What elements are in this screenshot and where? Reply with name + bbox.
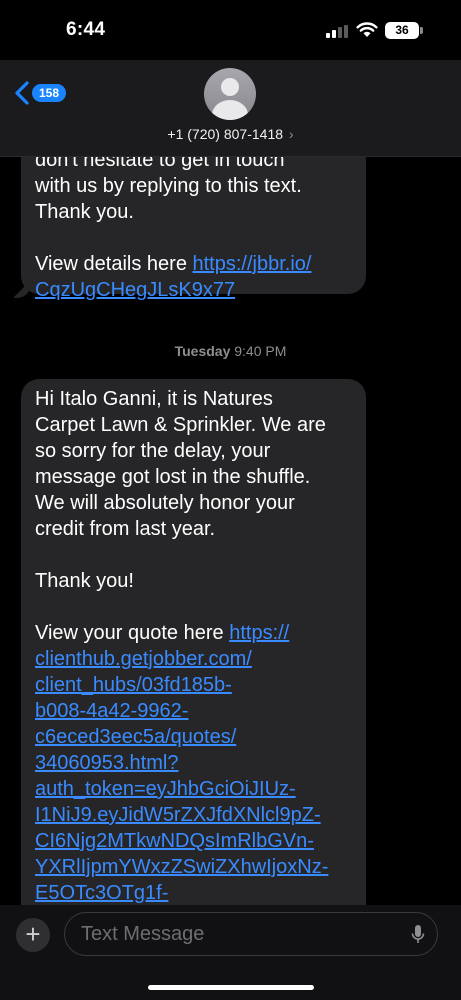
chevron-left-icon (15, 81, 29, 105)
chevron-right-icon: › (285, 126, 294, 142)
cellular-signal-icon (326, 25, 350, 38)
back-button[interactable]: 158 (14, 78, 67, 108)
avatar-shoulders (212, 100, 248, 120)
contact-name[interactable]: +1 (720) 807-1418 › (0, 126, 461, 142)
composer-bar: + Text Message (0, 905, 461, 1000)
avatar-head (221, 78, 239, 96)
battery-indicator: 36 (385, 22, 419, 39)
contact-number: +1 (720) 807-1418 (167, 126, 284, 142)
status-bar: 6:44 36 (0, 0, 461, 60)
conversation-header: 158 +1 (720) 807-1418 › (0, 60, 461, 157)
microphone-icon[interactable] (411, 924, 425, 946)
timestamp-time: 9:40 PM (234, 343, 287, 359)
message-bubble[interactable]: Hi Italo Ganni, it is Natures Carpet Law… (21, 379, 366, 905)
message-placeholder: Text Message (81, 923, 205, 945)
message-text: Hi Italo Ganni, it is Natures Carpet Law… (35, 388, 326, 644)
contact-avatar[interactable] (204, 68, 256, 120)
message-link[interactable]: https:// clienthub.getjobber.com/ client… (35, 622, 328, 904)
home-indicator (148, 985, 314, 990)
message-timestamp: Tuesday 9:40 PM (0, 343, 461, 359)
unread-count-badge: 158 (32, 84, 67, 102)
battery-tip (420, 27, 423, 34)
timestamp-day: Tuesday (174, 343, 231, 359)
wifi-icon (356, 22, 378, 37)
message-list[interactable]: don't hesitate to get in touch with us b… (0, 157, 461, 905)
status-time: 6:44 (66, 19, 106, 40)
message-bubble[interactable]: don't hesitate to get in touch with us b… (21, 157, 366, 301)
message-input[interactable]: Text Message (64, 912, 438, 956)
add-attachment-button[interactable]: + (16, 918, 50, 952)
